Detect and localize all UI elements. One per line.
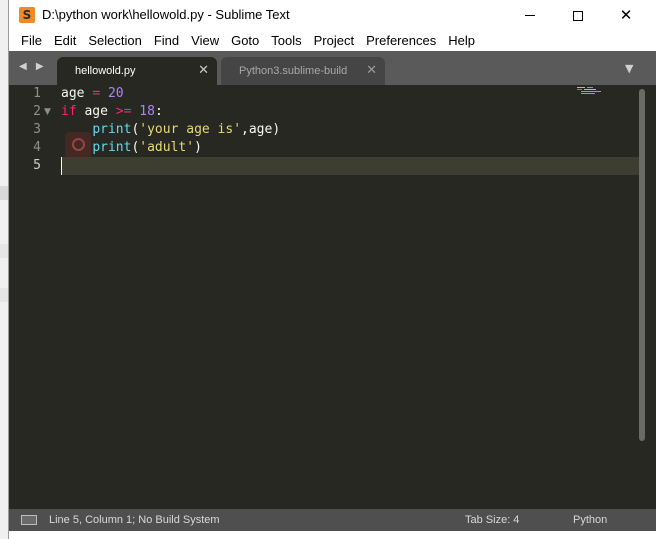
minimap[interactable] — [577, 87, 605, 95]
line-number-gutter: 1 2 ▼ 3 4 5 — [9, 85, 59, 509]
line-number: 5 — [33, 158, 41, 173]
console-toggle-icon[interactable] — [21, 515, 37, 525]
line-number: 3 — [33, 122, 41, 137]
minimize-button[interactable] — [507, 0, 553, 31]
code-token: 20 — [107, 86, 124, 101]
tab-nav-arrows-icon[interactable]: ◀ ▶ — [19, 61, 47, 72]
tab-label: Python3.sublime-build — [239, 65, 348, 77]
line-number: 1 — [33, 86, 41, 101]
sublime-logo-icon: S — [19, 7, 35, 23]
code-line[interactable]: print('your age is',age) — [61, 121, 280, 139]
tab-close-icon[interactable]: ✕ — [366, 63, 377, 78]
status-bar: Line 5, Column 1; No Build System Tab Si… — [9, 509, 656, 531]
line-number: 2 — [33, 104, 41, 119]
search-overlay-icon — [65, 132, 91, 158]
tab-hellowold-py[interactable]: hellowold.py ✕ — [57, 57, 217, 85]
close-button[interactable]: ✕ — [603, 0, 649, 31]
menu-help[interactable]: Help — [442, 31, 481, 51]
code-token: ,age) — [241, 122, 281, 137]
menu-edit[interactable]: Edit — [48, 31, 82, 51]
tab-list-dropdown-icon[interactable]: ▼ — [625, 62, 633, 75]
code-token: print — [92, 122, 132, 137]
syntax-selector[interactable]: Python — [573, 514, 607, 526]
menu-goto[interactable]: Goto — [225, 31, 265, 51]
menu-tools[interactable]: Tools — [265, 31, 307, 51]
menu-view[interactable]: View — [185, 31, 225, 51]
code-editor[interactable]: 1 2 ▼ 3 4 5 age = 20 if age >= 18: print… — [9, 85, 656, 509]
code-line[interactable]: age = 20 — [61, 85, 124, 103]
code-token: >= — [115, 104, 132, 119]
code-token: : — [154, 104, 163, 119]
minimize-icon — [525, 15, 535, 16]
code-token: age — [76, 104, 116, 119]
code-line[interactable]: if age >= 18: — [61, 103, 163, 121]
menu-bar: File Edit Selection Find View Goto Tools… — [9, 31, 656, 51]
current-line-highlight — [61, 157, 641, 175]
code-token: if — [61, 104, 77, 119]
sublime-text-window: S D:\python work\hellowold.py - Sublime … — [8, 0, 656, 539]
maximize-button[interactable] — [555, 0, 601, 31]
code-token: age — [61, 86, 85, 101]
title-bar[interactable]: S D:\python work\hellowold.py - Sublime … — [9, 0, 656, 31]
menu-project[interactable]: Project — [308, 31, 360, 51]
maximize-icon — [573, 10, 583, 21]
window-bottom-border — [9, 531, 656, 539]
tab-bar: ◀ ▶ hellowold.py ✕ Python3.sublime-build… — [9, 51, 656, 85]
close-icon: ✕ — [619, 6, 633, 24]
tab-label: hellowold.py — [75, 65, 136, 77]
cursor-position-status: Line 5, Column 1; No Build System — [49, 514, 220, 526]
tab-size-selector[interactable]: Tab Size: 4 — [465, 514, 519, 526]
code-token: 18 — [139, 104, 155, 119]
code-token: 'adult' — [139, 140, 195, 155]
menu-preferences[interactable]: Preferences — [360, 31, 442, 51]
code-token: = — [92, 86, 101, 101]
line-number: 4 — [33, 140, 41, 155]
scrollbar-thumb[interactable] — [639, 89, 645, 441]
code-token: 'your age is' — [139, 122, 242, 137]
tab-python3-sublime-build[interactable]: Python3.sublime-build ✕ — [221, 57, 385, 85]
code-token: print — [92, 140, 132, 155]
tab-close-icon[interactable]: ✕ — [198, 63, 209, 78]
text-caret — [61, 157, 62, 175]
window-title: D:\python work\hellowold.py - Sublime Te… — [42, 7, 290, 22]
menu-find[interactable]: Find — [148, 31, 185, 51]
fold-arrow-icon[interactable]: ▼ — [44, 103, 51, 121]
menu-file[interactable]: File — [15, 31, 48, 51]
code-token: ) — [194, 140, 202, 155]
menu-selection[interactable]: Selection — [82, 31, 147, 51]
